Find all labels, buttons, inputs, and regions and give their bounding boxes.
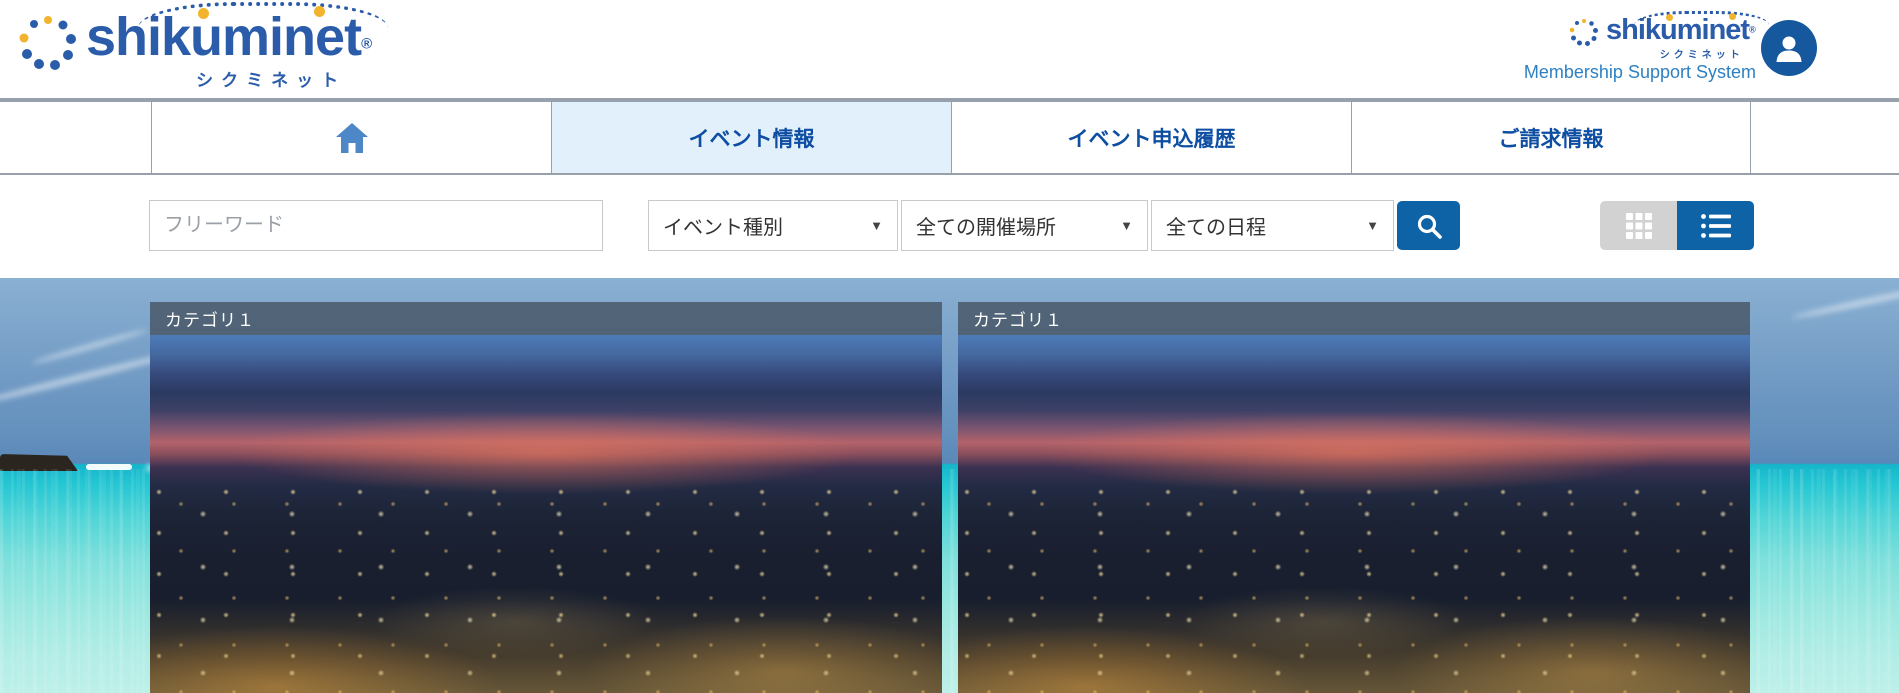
system-tagline: Membership Support System — [1510, 62, 1756, 83]
search-filter-bar: イベント種別 ▼ 全ての開催場所 ▼ 全ての日程 ▼ — [0, 175, 1899, 278]
logo-wordmark: shikuminet — [1606, 14, 1749, 46]
chevron-down-icon: ▼ — [1366, 218, 1379, 233]
logo-registered-mark: ® — [1749, 25, 1756, 35]
city-glow — [150, 600, 942, 693]
tab-home[interactable] — [151, 102, 551, 173]
page: shikuminet® シクミネット shikuminet® シクミネット — [0, 0, 1899, 693]
keyword-input[interactable] — [149, 200, 603, 251]
logo-registered-mark: ® — [361, 36, 372, 53]
main-nav: イベント情報 イベント申込履歴 ご請求情報 — [0, 100, 1899, 175]
event-category-badge: カテゴリ１ — [150, 302, 942, 335]
content-area: カテゴリ１ カテゴリ１ — [0, 278, 1899, 693]
cloud-streak — [1791, 281, 1899, 320]
logo-dot-ring-icon — [1568, 16, 1600, 48]
logo: shikuminet® シクミネット — [16, 10, 372, 91]
grid-icon — [1624, 211, 1654, 241]
nav-spacer — [0, 102, 151, 173]
event-category-badge: カテゴリ１ — [958, 302, 1750, 335]
person-icon — [1772, 31, 1806, 65]
event-image — [958, 335, 1750, 693]
island — [0, 454, 78, 471]
tab-billing-info[interactable]: ご請求情報 — [1351, 102, 1751, 173]
logo-yellow-dot — [1666, 14, 1673, 21]
chevron-down-icon: ▼ — [1120, 218, 1133, 233]
list-icon — [1700, 212, 1732, 240]
event-type-select[interactable]: イベント種別 ▼ — [648, 200, 898, 251]
event-image — [150, 335, 942, 693]
event-card[interactable]: カテゴリ１ — [150, 302, 942, 693]
boat-wake — [86, 464, 132, 470]
tab-event-application-history[interactable]: イベント申込履歴 — [951, 102, 1351, 173]
list-view-button[interactable] — [1677, 201, 1754, 250]
view-toggle-group — [1600, 201, 1754, 250]
schedule-select[interactable]: 全ての日程 ▼ — [1151, 200, 1394, 251]
venue-value: 全ての開催場所 — [916, 211, 1056, 240]
logo-yellow-dot — [198, 8, 209, 19]
logo-katakana: シクミネット — [86, 66, 372, 91]
logo-katakana: シクミネット — [1606, 46, 1756, 61]
venue-select[interactable]: 全ての開催場所 ▼ — [901, 200, 1148, 251]
logo-yellow-dot — [314, 6, 325, 17]
event-type-value: イベント種別 — [663, 211, 783, 240]
event-card[interactable]: カテゴリ１ — [958, 302, 1750, 693]
logo-yellow-dot — [1729, 13, 1736, 20]
schedule-value: 全ての日程 — [1166, 211, 1266, 240]
city-glow — [958, 600, 1750, 693]
chevron-down-icon: ▼ — [870, 218, 883, 233]
user-avatar-button[interactable] — [1761, 20, 1817, 76]
grid-view-button[interactable] — [1600, 201, 1677, 250]
header: shikuminet® シクミネット shikuminet® シクミネット — [0, 0, 1899, 100]
search-icon — [1415, 212, 1443, 240]
home-icon — [335, 122, 369, 154]
search-button[interactable] — [1397, 201, 1460, 250]
cloud-streak — [32, 328, 149, 366]
header-right-logo: shikuminet® シクミネット — [1568, 16, 1756, 61]
tab-event-info[interactable]: イベント情報 — [551, 102, 951, 173]
logo-dot-ring-icon — [16, 10, 80, 74]
